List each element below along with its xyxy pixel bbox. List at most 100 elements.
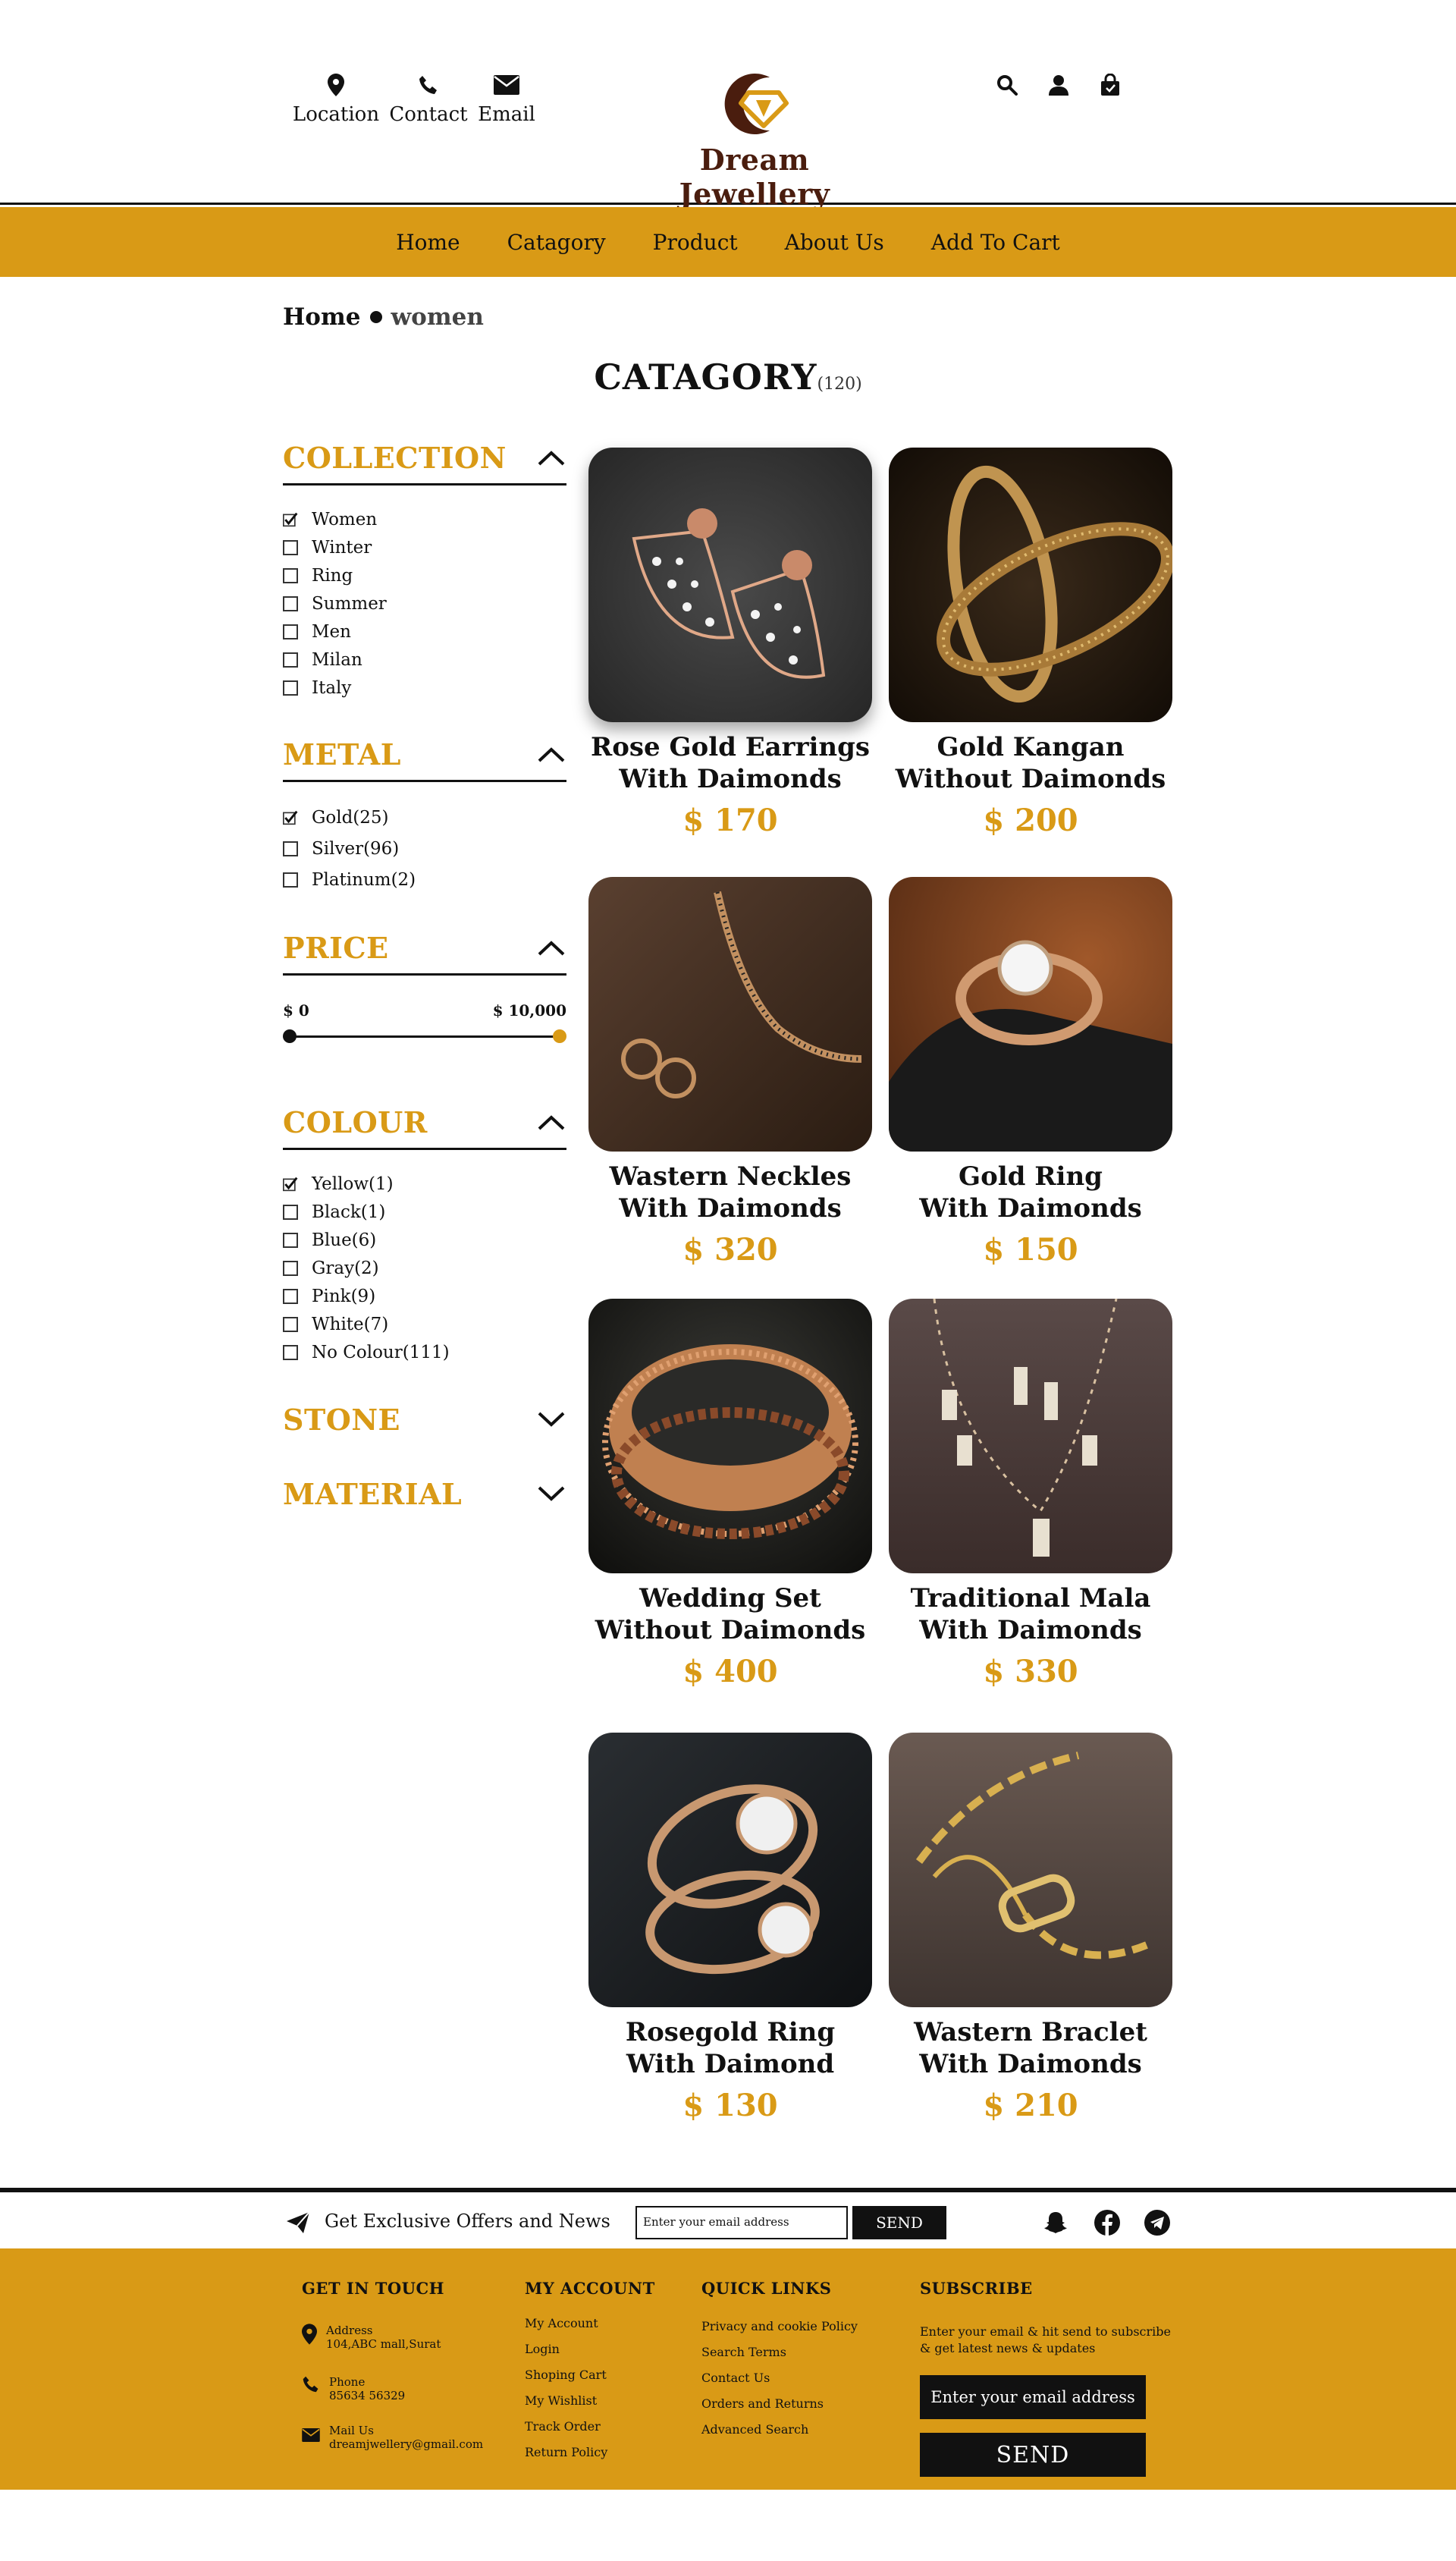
checkbox[interactable] — [283, 841, 298, 856]
footer-link[interactable]: Shoping Cart — [525, 2368, 655, 2393]
checkbox[interactable] — [283, 680, 298, 696]
filter-material-header[interactable]: MATERIAL — [283, 1471, 566, 1516]
checkbox[interactable] — [283, 1260, 298, 1276]
filter-stone-header[interactable]: STONE — [283, 1397, 566, 1442]
footer-link[interactable]: Contact Us — [701, 2371, 858, 2396]
checkbox[interactable] — [283, 1316, 298, 1332]
filter-option[interactable]: Silver(96) — [283, 833, 566, 864]
checkbox-checked[interactable] — [283, 810, 298, 825]
filter-option[interactable]: Gray(2) — [283, 1254, 566, 1282]
email-link[interactable]: Email — [457, 70, 556, 126]
filter-option[interactable]: Gold(25) — [283, 802, 566, 833]
chevron-down-icon[interactable] — [536, 1478, 566, 1509]
checkbox-checked[interactable] — [283, 1177, 298, 1192]
product-card[interactable]: Wedding Set Without Daimonds $ 400 — [588, 1299, 872, 1689]
footer-link[interactable]: My Account — [525, 2316, 655, 2342]
product-price: $ 210 — [983, 2088, 1078, 2123]
shopping-bag-icon[interactable] — [1098, 73, 1122, 97]
checkbox[interactable] — [283, 1288, 298, 1304]
nav-catagory[interactable]: Catagory — [507, 230, 606, 255]
checkbox[interactable] — [283, 1232, 298, 1248]
checkbox[interactable] — [283, 567, 298, 583]
filter-option[interactable]: Pink(9) — [283, 1282, 566, 1310]
footer-link[interactable]: Orders and Returns — [701, 2396, 858, 2422]
filter-option[interactable]: White(7) — [283, 1310, 566, 1338]
checkbox[interactable] — [283, 595, 298, 611]
filter-option[interactable]: Ring — [283, 561, 566, 589]
product-image-kangan[interactable] — [889, 448, 1172, 722]
product-card[interactable]: Rosegold Ring With Daimond $ 130 — [588, 1733, 872, 2123]
product-image-mala[interactable] — [889, 1299, 1172, 1573]
footer-link[interactable]: Advanced Search — [701, 2422, 858, 2448]
checkbox[interactable] — [283, 624, 298, 639]
filter-price-header[interactable]: PRICE — [283, 922, 566, 976]
nav-add-to-cart[interactable]: Add To Cart — [931, 230, 1060, 255]
nav-product[interactable]: Product — [653, 230, 738, 255]
product-image-necklace[interactable] — [588, 877, 872, 1152]
checkbox-checked[interactable] — [283, 512, 298, 527]
chevron-up-icon[interactable] — [536, 740, 566, 770]
filter-colour-header[interactable]: COLOUR — [283, 1097, 566, 1150]
filter-option[interactable]: No Colour(111) — [283, 1338, 566, 1366]
filter-option[interactable]: Yellow(1) — [283, 1170, 566, 1198]
footer-link[interactable]: Return Policy — [525, 2445, 655, 2471]
product-image-bracelet[interactable] — [889, 1733, 1172, 2007]
footer-phone[interactable]: 85634 56329 — [329, 2389, 405, 2402]
product-card[interactable]: Wastern Braclet With Daimonds $ 210 — [889, 1733, 1172, 2123]
product-image-earrings[interactable] — [588, 448, 872, 722]
footer-link[interactable]: Privacy and cookie Policy — [701, 2319, 858, 2345]
product-card[interactable]: Rose Gold Earrings With Daimonds $ 170 — [588, 448, 872, 838]
newsletter-send-button[interactable]: SEND — [852, 2206, 946, 2239]
product-image-ring[interactable] — [889, 877, 1172, 1152]
product-card[interactable]: Wastern Neckles With Daimonds $ 320 — [588, 877, 872, 1268]
filter-option[interactable]: Men — [283, 617, 566, 646]
footer-mail[interactable]: dreamjwellery@gmail.com — [329, 2437, 483, 2451]
checkbox[interactable] — [283, 1204, 298, 1220]
user-icon[interactable] — [1046, 73, 1071, 97]
filter-option-label: Gold(25) — [312, 807, 389, 828]
checkbox[interactable] — [283, 652, 298, 668]
chevron-up-icon[interactable] — [536, 933, 566, 963]
filter-option[interactable]: Platinum(2) — [283, 864, 566, 895]
telegram-icon[interactable] — [1144, 2209, 1171, 2236]
snapchat-icon[interactable] — [1042, 2209, 1069, 2236]
filter-metal-header[interactable]: METAL — [283, 729, 566, 782]
price-slider-max-handle[interactable] — [553, 1029, 566, 1043]
product-image-wedding-set[interactable] — [588, 1299, 872, 1573]
footer-link[interactable]: Track Order — [525, 2419, 655, 2445]
newsletter-email-input[interactable]: Enter your email address — [635, 2206, 848, 2239]
footer-link[interactable]: Login — [525, 2342, 655, 2368]
filter-collection-header[interactable]: COLLECTION — [283, 432, 566, 485]
product-image-rosegold-ring[interactable] — [588, 1733, 872, 2007]
nav-home[interactable]: Home — [396, 230, 460, 255]
nav-about-us[interactable]: About Us — [785, 230, 884, 255]
chevron-down-icon[interactable] — [536, 1404, 566, 1434]
filter-option[interactable]: Italy — [283, 674, 566, 702]
checkbox[interactable] — [283, 1344, 298, 1360]
chevron-up-icon[interactable] — [536, 443, 566, 473]
price-slider-min-handle[interactable] — [283, 1029, 297, 1043]
filter-option[interactable]: Blue(6) — [283, 1226, 566, 1254]
chevron-up-icon[interactable] — [536, 1108, 566, 1138]
facebook-icon[interactable] — [1094, 2209, 1121, 2236]
filter-option[interactable]: Summer — [283, 589, 566, 617]
product-card[interactable]: Gold Kangan Without Daimonds $ 200 — [889, 448, 1172, 838]
filter-option[interactable]: Milan — [283, 646, 566, 674]
footer-subscribe-send-button[interactable]: SEND — [920, 2433, 1146, 2477]
footer-link[interactable]: My Wishlist — [525, 2393, 655, 2419]
footer-subscribe-email-input[interactable]: Enter your email address — [920, 2375, 1146, 2419]
checkbox[interactable] — [283, 872, 298, 888]
filter-option[interactable]: Winter — [283, 533, 566, 561]
checkbox[interactable] — [283, 539, 298, 555]
footer-mail-label: Mail Us — [329, 2424, 375, 2437]
location-link[interactable]: Location — [287, 70, 385, 126]
breadcrumb-home[interactable]: Home — [283, 303, 361, 331]
product-card[interactable]: Gold Ring With Daimonds $ 150 — [889, 877, 1172, 1268]
filter-option[interactable]: Women — [283, 505, 566, 533]
filter-option[interactable]: Black(1) — [283, 1198, 566, 1226]
brand-logo[interactable]: Dream Jewellery — [622, 70, 887, 211]
search-icon[interactable] — [995, 73, 1019, 97]
price-slider[interactable] — [283, 1029, 566, 1044]
product-card[interactable]: Traditional Mala With Daimonds $ 330 — [889, 1299, 1172, 1689]
footer-link[interactable]: Search Terms — [701, 2345, 858, 2371]
